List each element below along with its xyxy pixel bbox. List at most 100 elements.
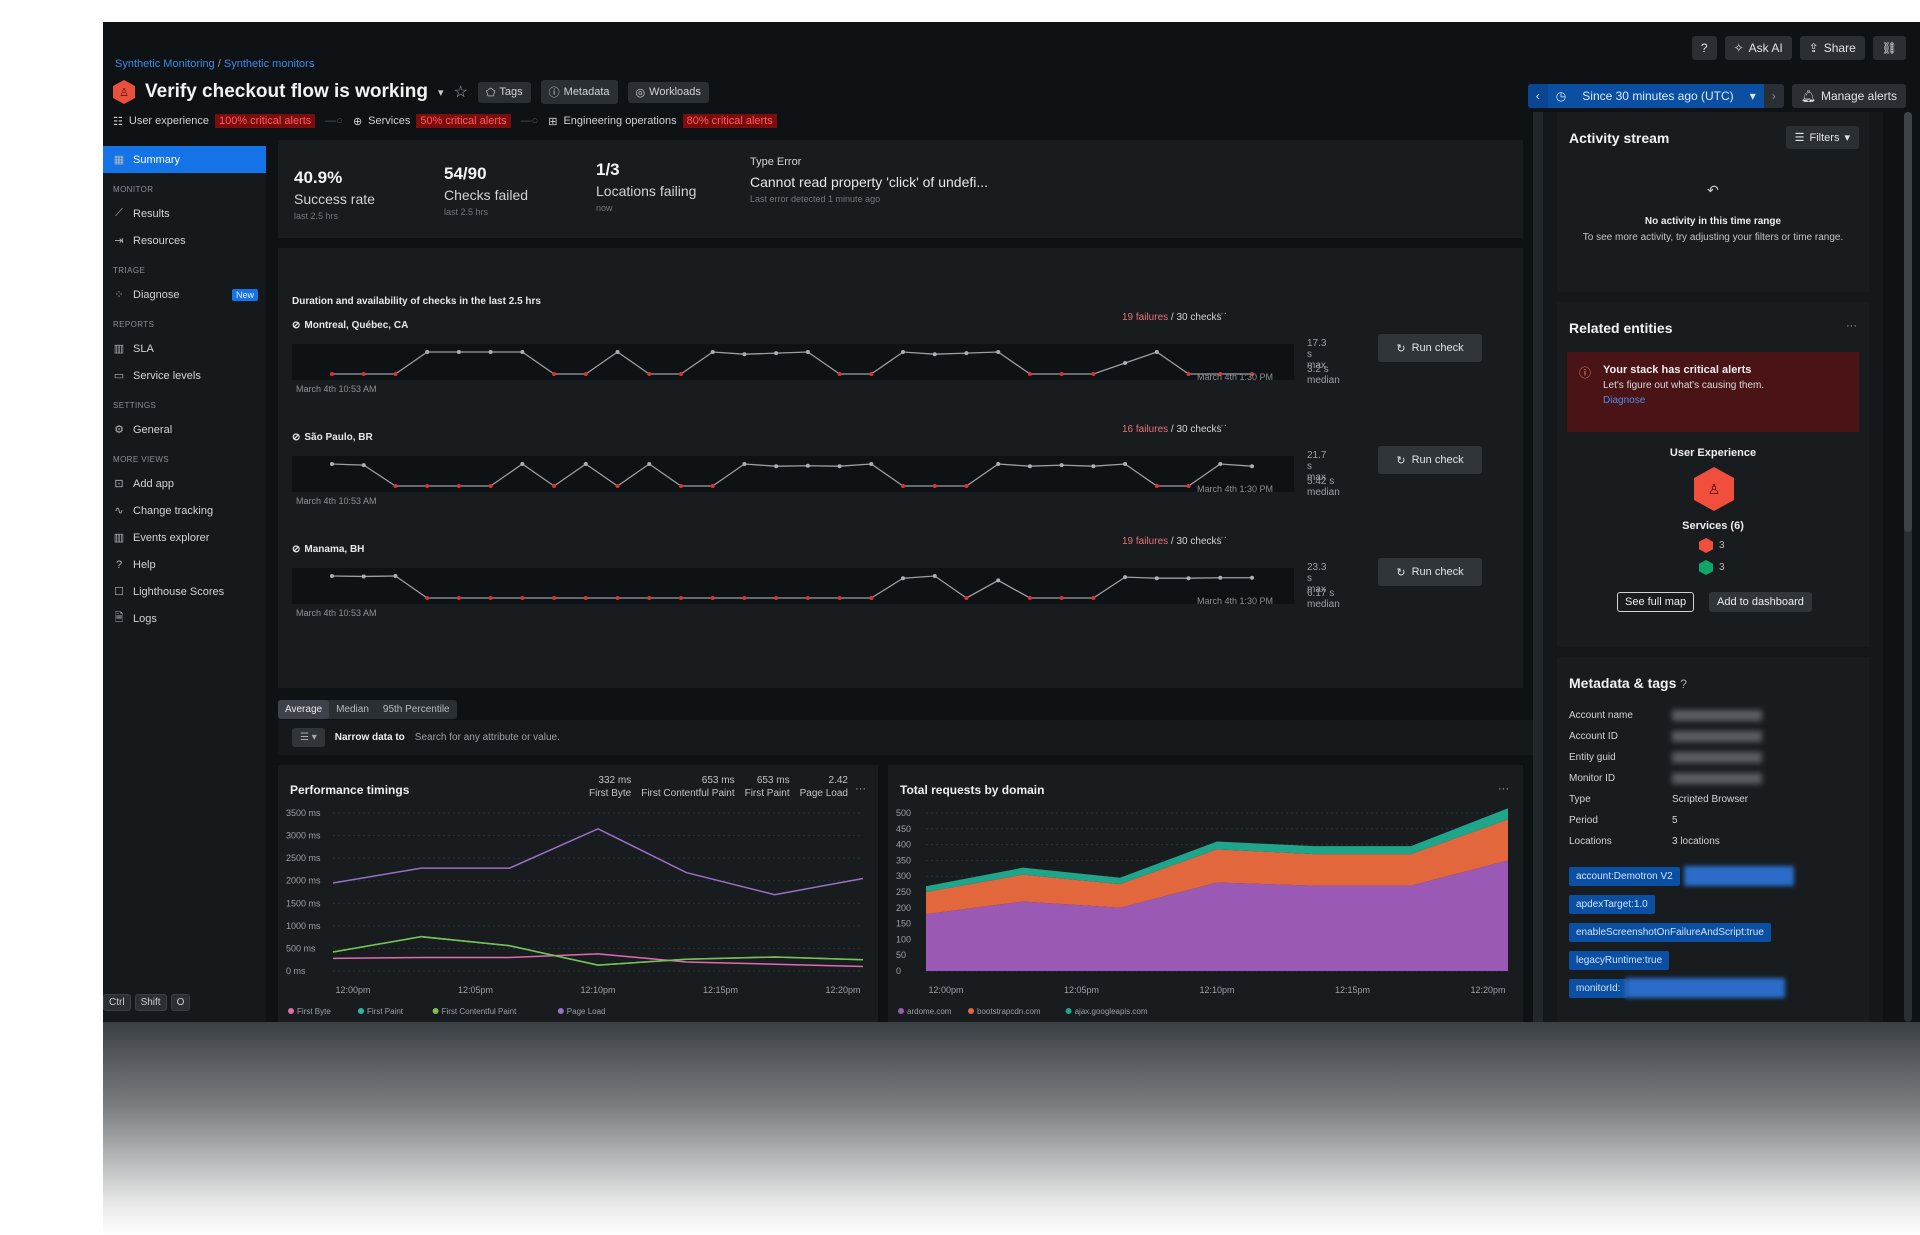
workloads-button[interactable]: ◎ Workloads [627, 81, 709, 103]
failed-check-point[interactable] [393, 484, 398, 488]
passed-check-point[interactable] [361, 463, 366, 468]
passed-check-point[interactable] [1059, 463, 1064, 468]
failed-check-point[interactable] [488, 596, 493, 600]
passed-check-point[interactable] [1123, 462, 1128, 466]
page-title[interactable]: Verify checkout flow is working [145, 81, 428, 103]
failed-check-point[interactable] [425, 596, 430, 600]
failed-check-point[interactable] [615, 596, 620, 600]
add-to-dashboard-button[interactable]: Add to dashboard [1709, 592, 1812, 612]
sidebar-item-lighthouse-scores[interactable]: ☐ Lighthouse Scores [103, 578, 266, 605]
help-icon[interactable]: ? [1680, 677, 1687, 691]
passed-check-point[interactable] [996, 578, 1001, 583]
passed-check-point[interactable] [583, 462, 588, 466]
time-picker[interactable]: ‹ ◷ Since 30 minutes ago (UTC) ▾ › [1527, 84, 1784, 108]
passed-check-point[interactable] [805, 463, 810, 468]
manage-alerts-button[interactable]: 🔔︎ Manage alerts [1791, 84, 1906, 108]
failed-check-point[interactable] [901, 484, 906, 488]
passed-check-point[interactable] [932, 574, 937, 578]
filter-search-input[interactable]: Search for any attribute or value. [415, 732, 560, 743]
passed-check-point[interactable] [805, 350, 810, 354]
failed-check-point[interactable] [678, 596, 683, 600]
passed-check-point[interactable] [996, 462, 1001, 466]
more-options-icon[interactable]: ··· [1498, 783, 1509, 795]
metadata-tag[interactable]: legacyRuntime:true [1569, 951, 1670, 970]
more-options-icon[interactable]: ··· [1217, 532, 1227, 543]
panel-divider[interactable] [1533, 112, 1543, 1022]
passed-check-point[interactable] [1154, 350, 1159, 354]
passed-check-point[interactable] [1218, 575, 1223, 580]
run-check-button[interactable]: ↻ Run check [1378, 558, 1482, 586]
passed-check-point[interactable] [742, 352, 747, 357]
failed-check-point[interactable] [1091, 372, 1096, 376]
more-options-icon[interactable]: ··· [1846, 320, 1857, 332]
filter-menu-button[interactable]: ☰ ▾ [292, 728, 325, 747]
failed-check-point[interactable] [869, 372, 874, 376]
failed-check-point[interactable] [615, 484, 620, 488]
failed-check-point[interactable] [869, 596, 874, 600]
passed-check-point[interactable] [520, 462, 525, 466]
breadcrumb-child[interactable]: Synthetic monitors [224, 58, 314, 70]
passed-check-point[interactable] [456, 350, 461, 354]
failed-check-point[interactable] [330, 372, 334, 376]
failed-check-point[interactable] [552, 484, 557, 488]
failed-check-point[interactable] [488, 484, 493, 488]
more-options-icon[interactable]: ··· [1217, 308, 1227, 319]
sidebar-item-general[interactable]: ⚙ General [103, 416, 266, 443]
failed-check-point[interactable] [1186, 484, 1191, 488]
failed-check-point[interactable] [1154, 484, 1159, 488]
passed-check-point[interactable] [710, 350, 715, 354]
sidebar-item-events-explorer[interactable]: ▥ Events explorer [103, 524, 266, 551]
failed-check-point[interactable] [1027, 596, 1032, 600]
failed-check-point[interactable] [678, 484, 683, 488]
passed-check-point[interactable] [1250, 464, 1254, 469]
line-series[interactable] [332, 935, 864, 966]
passed-check-point[interactable] [520, 350, 525, 354]
legend-label[interactable]: First Paint [367, 1007, 404, 1016]
entity-hexagon-icon[interactable]: ♙ [1694, 467, 1734, 511]
passed-check-point[interactable] [1123, 361, 1128, 365]
failed-check-point[interactable] [1091, 596, 1096, 600]
filters-button[interactable]: ☰ Filters ▾ [1785, 126, 1859, 149]
sidebar-item-logs[interactable]: 🗎︎ Logs [103, 605, 266, 632]
passed-check-point[interactable] [901, 576, 906, 581]
diagnose-link[interactable]: Diagnose [1603, 395, 1847, 406]
passed-check-point[interactable] [393, 574, 398, 578]
passed-check-point[interactable] [742, 462, 747, 466]
passed-check-point[interactable] [330, 462, 334, 466]
tags-button[interactable]: ⬠ Tags [477, 81, 531, 103]
workload-label[interactable]: User experience [129, 115, 209, 127]
passed-check-point[interactable] [996, 350, 1001, 354]
passed-check-point[interactable] [330, 574, 334, 578]
time-next-button[interactable]: › [1763, 84, 1784, 108]
share-button[interactable]: ⇪ Share [1799, 36, 1865, 60]
failed-check-point[interactable] [932, 484, 937, 488]
passed-check-point[interactable] [361, 574, 366, 579]
line-series[interactable] [332, 827, 864, 896]
passed-check-point[interactable] [869, 462, 874, 466]
passed-check-point[interactable] [647, 462, 652, 466]
passed-check-point[interactable] [1154, 576, 1159, 581]
failed-check-point[interactable] [1059, 372, 1064, 376]
metadata-tag[interactable]: apdexTarget:1.0 [1569, 895, 1655, 914]
legend-label[interactable]: First Contentful Paint [442, 1007, 517, 1016]
failed-check-point[interactable] [583, 372, 588, 376]
sidebar-item-help[interactable]: ? Help [103, 551, 266, 578]
run-check-button[interactable]: ↻ Run check [1378, 446, 1482, 474]
metadata-tag[interactable]: monitorId: [1569, 979, 1628, 998]
failed-check-point[interactable] [520, 596, 525, 600]
passed-check-point[interactable] [1091, 464, 1096, 469]
more-options-icon[interactable]: ··· [1217, 420, 1227, 431]
legend-label[interactable]: First Byte [297, 1007, 331, 1016]
sidebar-item-service-levels[interactable]: ▭ Service levels [103, 362, 266, 389]
sidebar-item-change-tracking[interactable]: ∿ Change tracking [103, 497, 266, 524]
sidebar-item-diagnose[interactable]: ⁘ Diagnose New [103, 281, 266, 308]
failed-check-point[interactable] [964, 484, 969, 488]
failed-check-point[interactable] [837, 372, 842, 376]
chevron-down-icon[interactable]: ▾ [438, 86, 444, 99]
failed-check-point[interactable] [710, 484, 715, 488]
failed-check-point[interactable] [742, 596, 747, 600]
tab-average[interactable]: Average [278, 700, 330, 719]
passed-check-point[interactable] [774, 464, 779, 469]
failed-check-point[interactable] [456, 484, 461, 488]
help-button[interactable]: ? [1691, 36, 1717, 60]
